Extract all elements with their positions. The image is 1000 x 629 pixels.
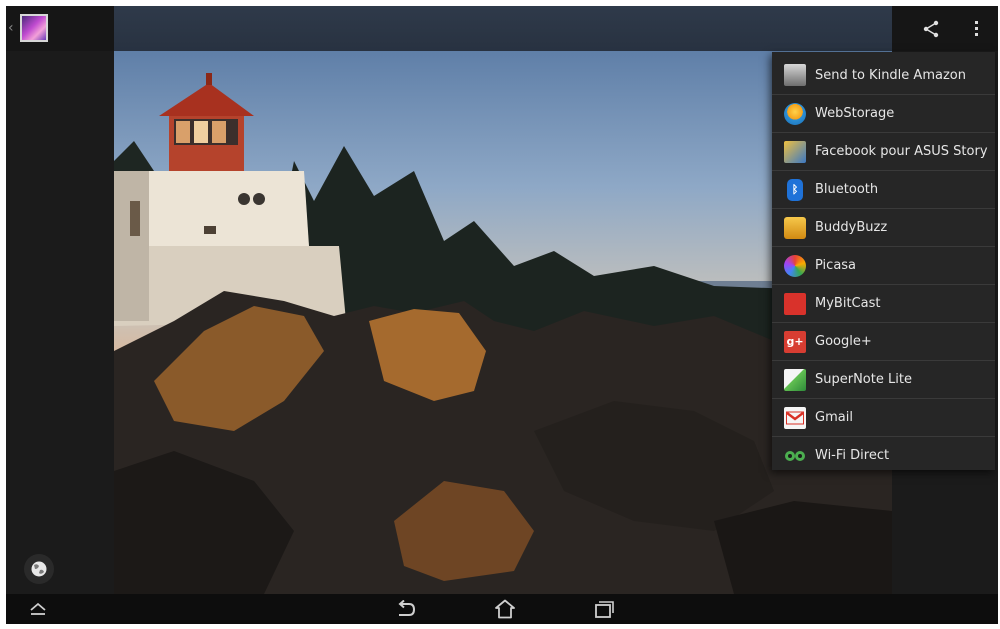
share-item-mybitcast[interactable]: MyBitCast — [772, 284, 995, 322]
googleplus-icon: g+ — [784, 330, 806, 353]
gallery-app-icon[interactable] — [20, 14, 48, 42]
facebook-icon — [784, 140, 806, 163]
home-icon — [495, 599, 515, 619]
back-icon — [398, 600, 416, 616]
share-item-label: MyBitCast — [815, 296, 881, 311]
navigation-bar — [6, 594, 998, 624]
action-bar-title-area — [114, 6, 892, 51]
menu-up-button[interactable] — [16, 594, 60, 624]
gallery-screen: ‹ Send to Kindle Amazon WebStorage Faceb… — [6, 6, 998, 624]
overflow-menu-icon — [974, 21, 978, 36]
recent-apps-button[interactable] — [581, 594, 625, 624]
share-item-label: Picasa — [815, 258, 857, 273]
supernote-icon — [784, 368, 806, 391]
action-bar: ‹ — [6, 6, 998, 51]
share-icon — [923, 20, 939, 37]
share-item-label: BuddyBuzz — [815, 220, 888, 235]
kindle-icon — [784, 64, 806, 86]
menu-up-icon — [30, 602, 46, 615]
share-button[interactable] — [908, 6, 954, 51]
share-item-label: Google+ — [815, 334, 872, 349]
share-item-label: Facebook pour ASUS Story — [815, 144, 988, 159]
share-item-picasa[interactable]: Picasa — [772, 246, 995, 284]
share-menu: Send to Kindle Amazon WebStorage Faceboo… — [772, 52, 995, 470]
share-item-label: Wi-Fi Direct — [815, 448, 890, 463]
share-item-supernote[interactable]: SuperNote Lite — [772, 360, 995, 398]
share-item-label: Bluetooth — [815, 182, 879, 197]
recent-apps-icon — [595, 601, 614, 618]
mybitcast-icon — [784, 292, 806, 315]
picasa-icon — [784, 254, 806, 277]
share-item-bluetooth[interactable]: ᛒ Bluetooth — [772, 170, 995, 208]
share-item-label: Gmail — [815, 410, 853, 425]
bluetooth-icon: ᛒ — [787, 178, 803, 201]
overflow-menu-button[interactable] — [953, 6, 998, 51]
back-button[interactable] — [384, 594, 428, 624]
share-item-label: SuperNote Lite — [815, 372, 912, 387]
share-item-buddybuzz[interactable]: BuddyBuzz — [772, 208, 995, 246]
globe-button[interactable] — [24, 554, 54, 584]
share-item-facebook[interactable]: Facebook pour ASUS Story — [772, 132, 995, 170]
share-item-send-to-kindle[interactable]: Send to Kindle Amazon — [772, 56, 995, 94]
share-item-label: Send to Kindle Amazon — [815, 67, 966, 83]
share-item-webstorage[interactable]: WebStorage — [772, 94, 995, 132]
gmail-icon — [784, 406, 806, 429]
home-button[interactable] — [483, 594, 527, 624]
share-item-label: WebStorage — [815, 106, 895, 121]
webstorage-icon — [784, 102, 806, 125]
chevron-left-icon[interactable]: ‹ — [8, 20, 14, 36]
share-item-wifi-direct[interactable]: Wi-Fi Direct — [772, 436, 995, 474]
buddybuzz-icon — [784, 216, 806, 239]
globe-icon — [31, 561, 47, 577]
share-item-googleplus[interactable]: g+ Google+ — [772, 322, 995, 360]
share-item-gmail[interactable]: Gmail — [772, 398, 995, 436]
wifi-direct-icon — [784, 445, 806, 467]
left-panel — [6, 51, 114, 594]
